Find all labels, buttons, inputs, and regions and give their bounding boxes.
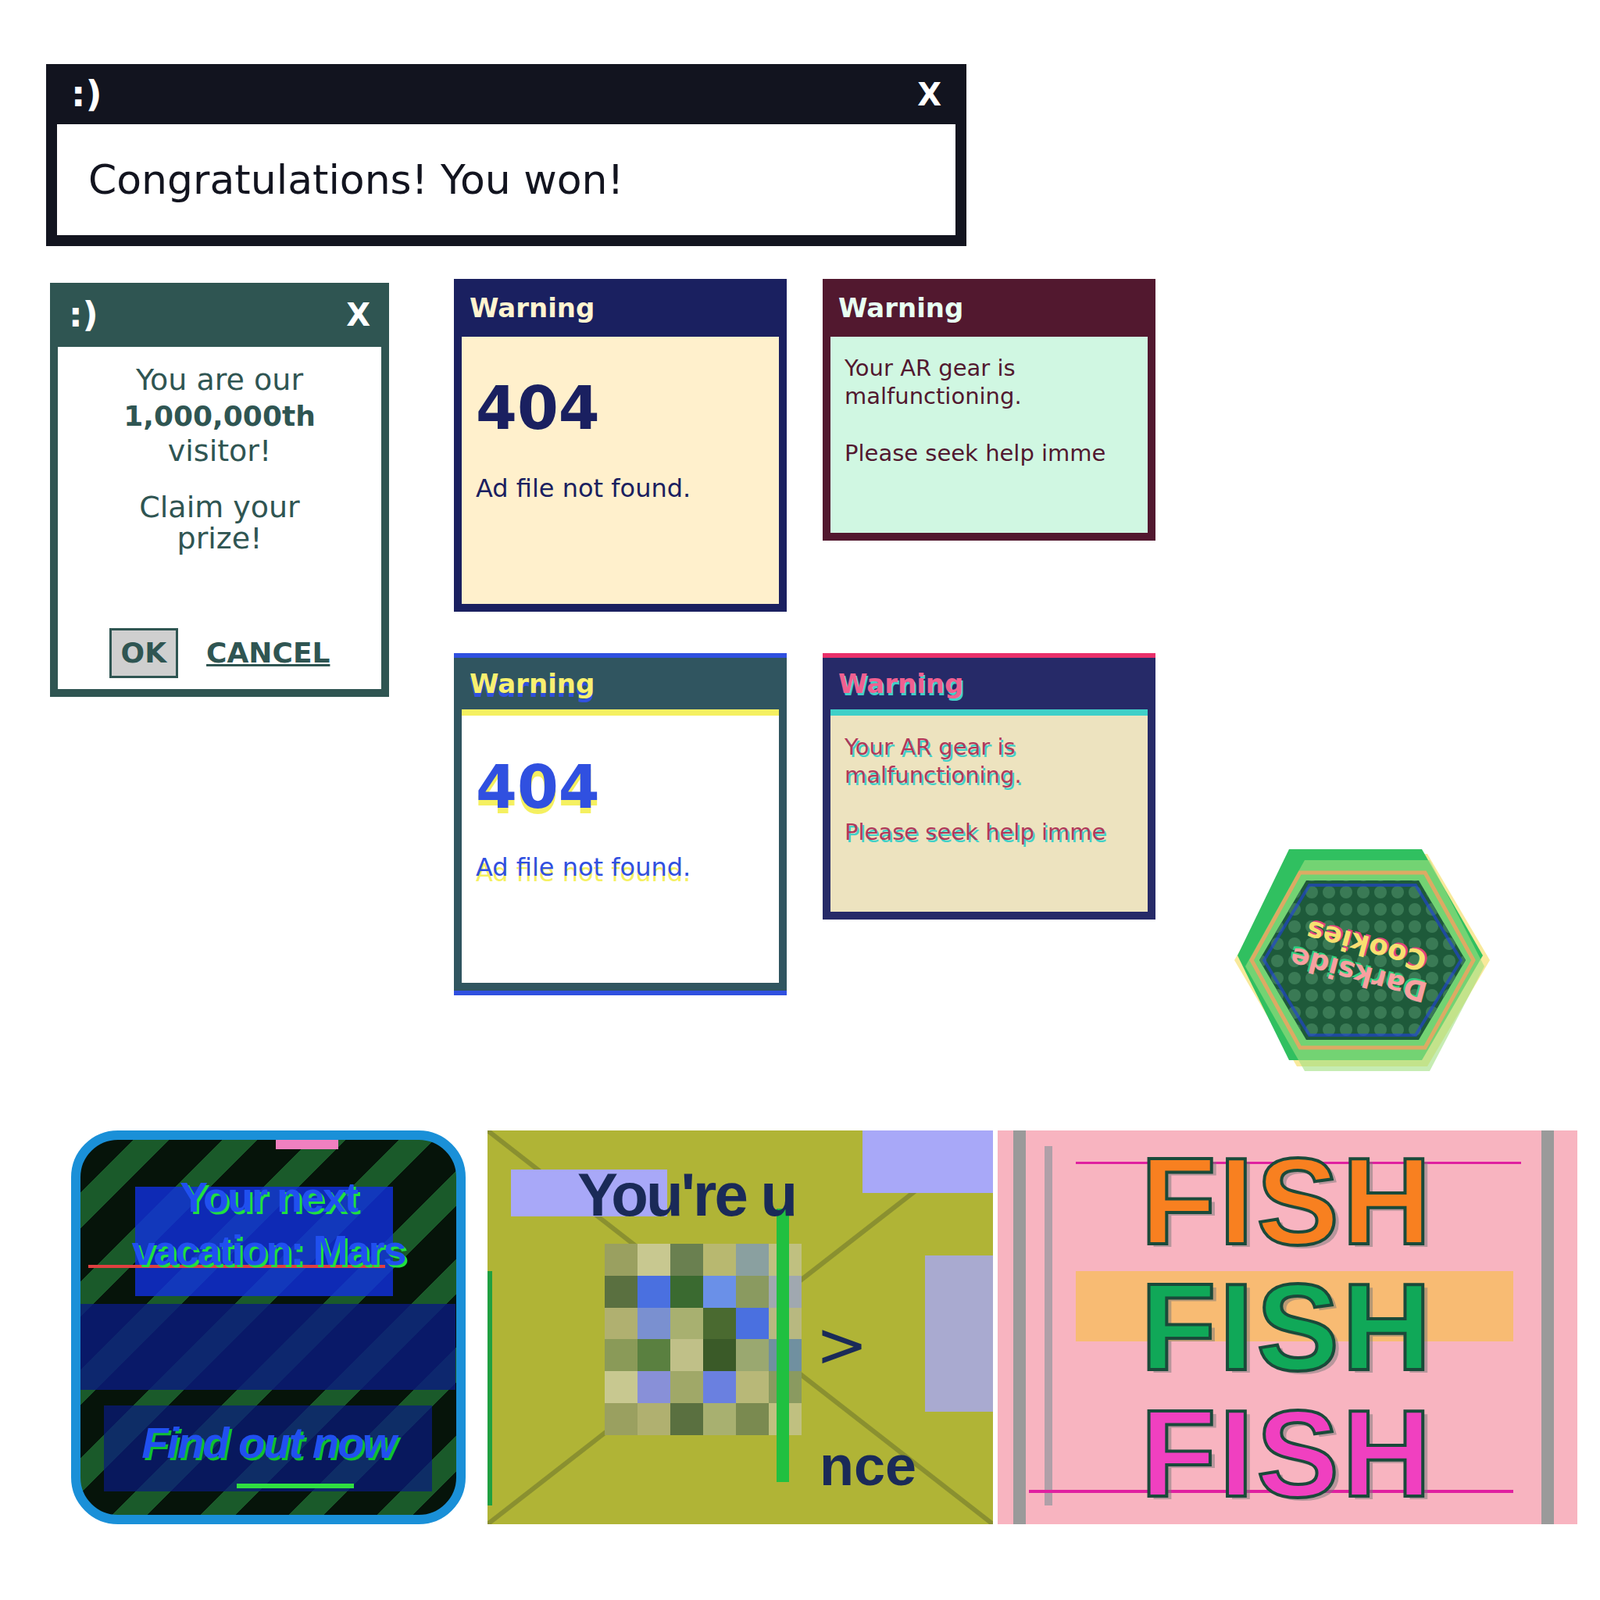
glitch-line <box>275 1139 339 1150</box>
warning-window: Warning Your AR gear is malfunctioning. Pl… <box>822 653 1156 920</box>
window-border <box>453 982 787 991</box>
glitch-stripe <box>453 653 787 658</box>
warning-body: Your AR gear is malfunctioning. Please se… <box>830 715 1148 912</box>
glitch-stripe <box>830 709 1148 716</box>
fish-word: FISH <box>1140 1264 1435 1390</box>
warning-title-bar: Warning <box>453 278 787 337</box>
glitch-line <box>236 1483 354 1489</box>
warning-body: 404 Ad file not found. <box>461 336 779 604</box>
glitch-strip <box>1013 1130 1026 1525</box>
badge-text: DarksideCookies <box>1286 913 1438 1008</box>
glitch-stripe <box>461 709 779 716</box>
glitch-stripe <box>822 653 1156 658</box>
congrats-message: Congratulations! You won! <box>88 149 624 211</box>
warning-title: Warning <box>469 288 595 329</box>
window-title: :) <box>71 67 102 122</box>
warning-message: Please seek help imme <box>844 817 1134 847</box>
ad-headline: Your next <box>179 1171 358 1225</box>
warning-message: Ad file not found. <box>475 851 765 883</box>
window-body: You are our1,000,000thvisitor! Claim your… <box>57 346 382 690</box>
glitch-line <box>776 1208 790 1483</box>
fish-word: FISH <box>1140 1138 1435 1265</box>
warning-message: Your AR gear is malfunctioning. <box>844 732 1134 790</box>
glitch-block <box>80 1303 456 1390</box>
error-code: 404 <box>475 754 765 821</box>
message: You are our <box>135 362 304 399</box>
ok-button[interactable]: OK <box>109 628 179 679</box>
warning-title-bar: Warning <box>822 657 1156 710</box>
visitor-count: 1,000,000th <box>123 398 316 434</box>
window-border <box>822 911 1156 920</box>
warning-message: Please seek help imme <box>844 439 1134 468</box>
button-row: OK CANCEL <box>109 628 331 679</box>
pixelated-image <box>604 1243 802 1436</box>
warning-title-bar: Warning <box>453 657 787 710</box>
glitch-line <box>487 1271 493 1506</box>
warning-title: Warning <box>838 664 964 704</box>
title-bar: :) X <box>57 282 382 347</box>
prompt: Claim your prize! <box>102 492 337 555</box>
congrats-window: :) X Congratulations! You won! <box>46 64 967 247</box>
window-border <box>822 532 1156 541</box>
glitch-block <box>862 1130 993 1193</box>
title-bar: :) X <box>57 64 956 125</box>
warning-window: Warning 404 Ad file not found. <box>453 653 787 996</box>
glitch-stripe <box>453 990 787 996</box>
glitch-block <box>925 1255 993 1412</box>
warning-title: Warning <box>469 664 595 704</box>
close-button[interactable]: X <box>346 291 371 339</box>
warning-title: Warning <box>838 288 964 329</box>
ad-tagline: nce <box>819 1435 917 1497</box>
fish-ad[interactable]: FISHFISHFISH <box>997 1130 1578 1525</box>
ad-headline: You're u <box>577 1161 796 1229</box>
warning-window: Warning 404 Ad file not found. <box>453 278 787 612</box>
canvas: :) X Congratulations! You won!:) X You are o… <box>0 0 1600 1600</box>
vacation-ad[interactable]: Your nextvacation: Mars Find out now <box>71 1130 466 1525</box>
warning-title-bar: Warning <box>822 278 1156 337</box>
fish-word: FISH <box>1140 1390 1435 1517</box>
glitch-strip <box>1044 1146 1053 1506</box>
warning-window: Warning Your AR gear is malfunctioning. Pl… <box>822 278 1156 541</box>
arrow-glyph: > <box>815 1314 868 1377</box>
error-code: 404 <box>475 375 765 442</box>
surveillance-ad[interactable]: You're u > nce <box>487 1130 993 1525</box>
cookie-badge: DarksideCookies <box>1234 849 1490 1072</box>
window-border <box>453 603 787 612</box>
warning-body: Your AR gear is malfunctioning. Please se… <box>830 336 1148 533</box>
cta-text[interactable]: Find out now <box>141 1410 395 1476</box>
close-button[interactable]: X <box>917 71 942 118</box>
message: visitor! <box>167 433 272 470</box>
visitor-window: :) X You are our1,000,000thvisitor! Claim y… <box>50 282 390 697</box>
warning-body: 404 Ad file not found. <box>461 715 779 983</box>
cancel-link[interactable]: CANCEL <box>206 632 330 675</box>
glitch-strip <box>1541 1130 1554 1525</box>
warning-message: Ad file not found. <box>475 472 765 504</box>
ad-headline: vacation: Mars <box>131 1224 405 1278</box>
window-title: :) <box>68 289 99 341</box>
warning-message: Your AR gear is malfunctioning. <box>844 353 1134 411</box>
window-body: Congratulations! You won! <box>57 124 956 236</box>
